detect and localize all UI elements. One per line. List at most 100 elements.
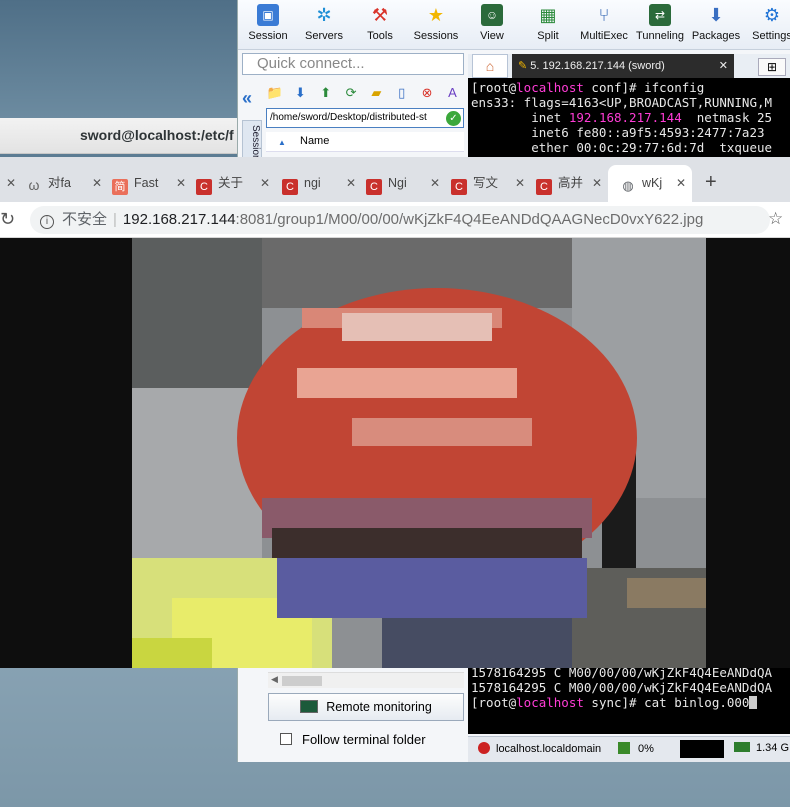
folder-up-icon[interactable]: 📁 (266, 84, 284, 102)
close-icon[interactable]: ✕ (176, 169, 186, 197)
close-icon[interactable]: ✕ (260, 169, 270, 197)
tab-terminal-session[interactable]: ✎ 5. 192.168.217.144 (sword) ✕ (512, 54, 734, 78)
tab-7[interactable]: C 高并 ✕ (536, 169, 602, 197)
session-button[interactable]: ▣ Session (238, 2, 298, 48)
view-button[interactable]: ☺ View (462, 2, 522, 48)
separator: | (113, 211, 117, 228)
multiexec-button[interactable]: ⑂ MultiExec (574, 2, 634, 48)
prompt-command: conf]# ifconfig (583, 80, 705, 95)
rename-icon[interactable]: A (443, 84, 461, 102)
new-tab-button[interactable]: ⊞ (758, 58, 786, 76)
new-file-icon[interactable]: ▯ (393, 84, 411, 102)
pixelated-photo (132, 238, 706, 668)
prompt-command: sync]# cat binlog.000 (583, 695, 750, 710)
tab-favicon-icon: C (451, 179, 467, 195)
tab-label: wKj (642, 176, 663, 190)
tab-4[interactable]: Cngi ✕ (282, 169, 356, 197)
prompt-text: [root@ (471, 695, 517, 710)
tools-icon: ⚒ (371, 5, 389, 25)
sftp-toolbar: 📁 ⬇ ⬆ ⟳ ▰ ▯ ⊗ A (266, 84, 466, 106)
tab-5[interactable]: C Ngi ✕ (366, 169, 440, 197)
horizontal-scrollbar[interactable]: ◀ (268, 672, 464, 688)
terminal-line: inet (471, 110, 569, 125)
packages-button[interactable]: ⬇ Packages (686, 2, 746, 48)
tab-favicon-icon: C (282, 179, 298, 195)
terminal-line: inet6 fe80::a9f5:4593:2477:7a23 (471, 125, 765, 140)
close-icon[interactable]: ✕ (6, 169, 16, 197)
split-button[interactable]: ▦ Split (518, 2, 578, 48)
cpu-label: 0% (638, 743, 654, 755)
download-icon[interactable]: ⬇ (291, 84, 309, 102)
network-graph (680, 740, 724, 758)
star-icon: ★ (427, 5, 445, 25)
terminal-line: netmask 25 (681, 110, 773, 125)
file-list-header[interactable]: ▲ Name (266, 132, 464, 152)
terminal-cursor (749, 696, 758, 709)
new-folder-icon[interactable]: ▰ (367, 84, 385, 102)
name-column-header[interactable]: Name (300, 135, 329, 147)
memory-icon (734, 742, 750, 752)
packages-icon: ⬇ (708, 5, 724, 25)
follow-terminal-folder-checkbox[interactable]: Follow terminal folder (280, 732, 426, 747)
terminal-output-bottom[interactable]: 1578164295 C M00/00/00/wKjZkF4Q4EeANDdQA… (468, 665, 790, 715)
globe-icon: ◍ (622, 178, 634, 193)
reload-icon[interactable]: ↻ (0, 209, 15, 230)
desktop-background (0, 0, 240, 118)
delete-icon[interactable]: ⊗ (418, 84, 436, 102)
status-cpu: 0% (618, 742, 654, 755)
tab-3[interactable]: C 关于 ✕ (196, 169, 270, 197)
close-icon[interactable]: ✕ (515, 169, 525, 197)
tab-active-content[interactable]: ◍ wKj ✕ (620, 169, 686, 197)
prompt-text: [root@ (471, 80, 517, 95)
check-icon[interactable]: ✓ (446, 111, 461, 126)
tab-label: 高并 (558, 176, 584, 190)
sessions-side-tab[interactable]: Sessions (242, 120, 262, 166)
info-icon[interactable]: i (40, 215, 54, 229)
upload-icon[interactable]: ⬆ (317, 84, 335, 102)
status-bar: localhost.localdomain 0% 1.34 G (468, 736, 790, 762)
quick-connect-input[interactable]: Quick connect... (242, 53, 464, 75)
status-memory: 1.34 G (734, 742, 789, 754)
close-icon[interactable]: ✕ (719, 54, 728, 78)
chrome-tabstrip: ✕ ω 对fa ✕ 简 Fast ✕ C 关于 ✕ Cngi ✕ C Ngi ✕ C 写文 ✕ C 高并… (0, 157, 790, 202)
session-icon: ▣ (257, 4, 279, 26)
scroll-left-icon[interactable]: ◀ (271, 674, 278, 685)
settings-button[interactable]: ⚙ Settings (742, 2, 790, 48)
key-icon: ✎ (518, 60, 531, 72)
refresh-icon[interactable]: ⟳ (342, 84, 360, 102)
remote-monitoring-button[interactable]: Remote monitoring (268, 693, 464, 721)
url-host: 192.168.217.144 (122, 211, 236, 228)
close-icon[interactable]: ✕ (592, 169, 602, 197)
close-icon[interactable]: ✕ (676, 169, 686, 197)
multiexec-icon: ⑂ (598, 5, 610, 25)
tab-0[interactable]: ✕ (0, 169, 16, 197)
checkbox[interactable] (280, 733, 292, 745)
close-icon[interactable]: ✕ (430, 169, 440, 197)
sessions-button[interactable]: ★ Sessions (406, 2, 466, 48)
tab-1[interactable]: ω 对fa ✕ (26, 169, 102, 197)
scroll-thumb[interactable] (282, 676, 322, 686)
memory-label: 1.34 G (756, 742, 790, 754)
gear-icon: ⚙ (763, 5, 781, 25)
terminal-window-titlebar[interactable]: sword@localhost:/etc/f (0, 118, 240, 154)
cpu-icon (618, 742, 630, 754)
tools-button[interactable]: ⚒ Tools (350, 2, 410, 48)
bookmark-star-icon[interactable]: ☆ (768, 209, 783, 229)
home-tab[interactable]: ⌂ (472, 54, 508, 78)
servers-button[interactable]: ✲ Servers (294, 2, 354, 48)
terminal-line: ens33: flags=4163<UP,BROADCAST,RUNNING,M (471, 95, 773, 110)
tab-2[interactable]: 简 Fast ✕ (112, 169, 186, 197)
tab-favicon-icon: C (536, 179, 552, 195)
chrome-toolbar: ↻ i 不安全 | 192.168.217.144:8081/group1/M00/0… (0, 202, 790, 238)
terminal-line: ether 00:0c:29:77:6d:7d txqueue (471, 140, 773, 155)
collapse-arrow-icon[interactable]: « (242, 88, 252, 108)
tunneling-button[interactable]: ⇄ Tunneling (630, 2, 690, 48)
tab-favicon-icon: C (196, 179, 212, 195)
sftp-path-input[interactable]: /home/sword/Desktop/distributed-st ✓ (266, 108, 464, 128)
close-icon[interactable]: ✕ (346, 169, 356, 197)
new-tab-button[interactable]: + (705, 171, 717, 194)
address-bar[interactable]: i 不安全 | 192.168.217.144:8081/group1/M00/00/… (30, 206, 770, 234)
tab-6[interactable]: C 写文 ✕ (451, 169, 525, 197)
chrome-window: ✕ ω 对fa ✕ 简 Fast ✕ C 关于 ✕ Cngi ✕ C Ngi ✕ C 写文 ✕ C 高并… (0, 157, 790, 668)
close-icon[interactable]: ✕ (92, 169, 102, 197)
